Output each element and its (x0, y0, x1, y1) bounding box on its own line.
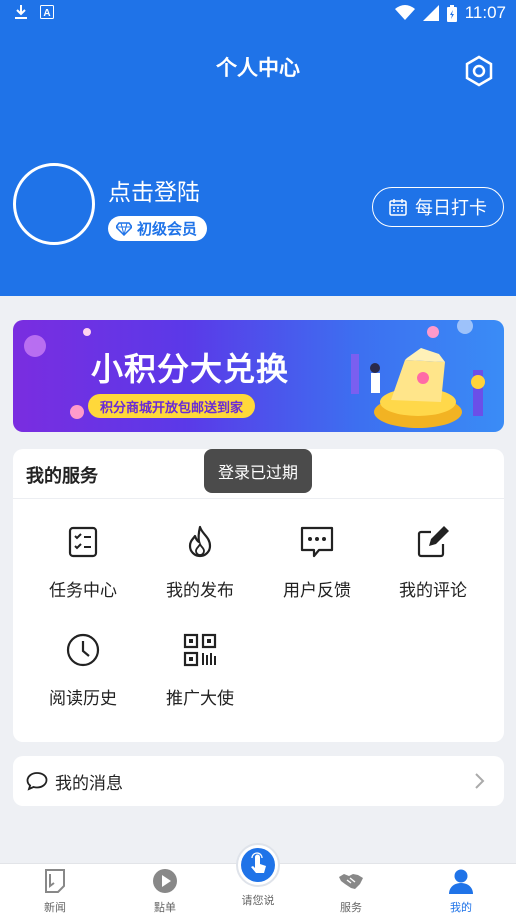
services-title: 我的服务 (26, 466, 98, 487)
settings-icon[interactable] (462, 54, 496, 88)
svg-text:A: A (43, 8, 50, 19)
speak-button-core (241, 848, 275, 882)
nav-label: 服务 (340, 901, 362, 914)
edit-icon (417, 526, 449, 558)
service-label: 任务中心 (49, 581, 117, 601)
banner-subtitle: 积分商城开放包邮送到家 (88, 394, 256, 418)
signal-icon (422, 5, 439, 21)
calendar-icon (389, 199, 407, 216)
nav-news[interactable]: 新闻 (15, 868, 95, 915)
clock-icon (66, 633, 100, 667)
wifi-icon (394, 5, 415, 20)
fire-icon (188, 525, 212, 558)
session-expired-toast: 登录已过期 (204, 449, 312, 493)
service-task-center[interactable]: 任务中心 (23, 524, 143, 601)
service-reading-history[interactable]: 阅读历史 (23, 632, 143, 709)
service-label: 我的发布 (166, 581, 234, 601)
divider (13, 498, 504, 499)
service-my-comments[interactable]: 我的评论 (373, 524, 493, 601)
clock-time: 11:07 (464, 3, 506, 22)
status-bar: A 11:07 (0, 0, 516, 28)
user-icon (449, 869, 473, 894)
avatar[interactable] (13, 163, 95, 245)
diamond-icon (116, 221, 132, 236)
task-icon (68, 526, 98, 558)
handshake-icon (339, 874, 363, 889)
service-my-posts[interactable]: 我的发布 (140, 524, 260, 601)
nav-services[interactable]: 服务 (311, 868, 391, 915)
service-label: 我的评论 (399, 581, 467, 601)
service-label: 用户反馈 (283, 581, 351, 601)
feedback-icon (300, 526, 334, 558)
service-label: 阅读历史 (49, 689, 117, 709)
play-icon (153, 869, 177, 893)
nav-label: 點单 (154, 901, 176, 914)
service-ambassador[interactable]: 推广大使 (140, 632, 260, 709)
banner-title: 小积分大兑换 (91, 350, 290, 388)
nav-speak[interactable]: 请您说 (218, 892, 298, 908)
nav-label: 我的 (450, 901, 472, 914)
nav-label: 新闻 (44, 901, 66, 914)
page-title: 个人中心 (216, 56, 300, 80)
app-notification-icon: A (40, 5, 54, 19)
nav-mine[interactable]: 我的 (421, 868, 501, 915)
qrcode-icon (183, 633, 217, 667)
chevron-right-icon (475, 773, 485, 789)
touch-icon (251, 852, 266, 873)
profile-header: A 11:07 个人中心 点击登陆 初级会员 每日打卡 (0, 0, 516, 296)
messages-label: 我的消息 (55, 774, 123, 794)
checkin-label: 每日打卡 (415, 198, 487, 219)
news-icon (45, 869, 65, 893)
daily-checkin-button[interactable]: 每日打卡 (372, 187, 504, 227)
points-mall-banner[interactable]: 小积分大兑换 积分商城开放包邮送到家 (13, 320, 504, 432)
battery-icon (446, 4, 457, 22)
member-badge: 初级会员 (108, 216, 208, 241)
nav-label: 请您说 (241, 894, 275, 907)
chat-bubble-icon (26, 772, 48, 791)
download-icon (15, 5, 27, 19)
member-badge-label: 初级会员 (137, 220, 198, 238)
nav-orders[interactable]: 點单 (125, 868, 205, 915)
service-label: 推广大使 (166, 689, 234, 709)
login-link[interactable]: 点击登陆 (108, 173, 200, 207)
my-messages-row[interactable]: 我的消息 (13, 756, 504, 806)
speak-button[interactable] (236, 843, 280, 887)
service-user-feedback[interactable]: 用户反馈 (257, 524, 377, 601)
